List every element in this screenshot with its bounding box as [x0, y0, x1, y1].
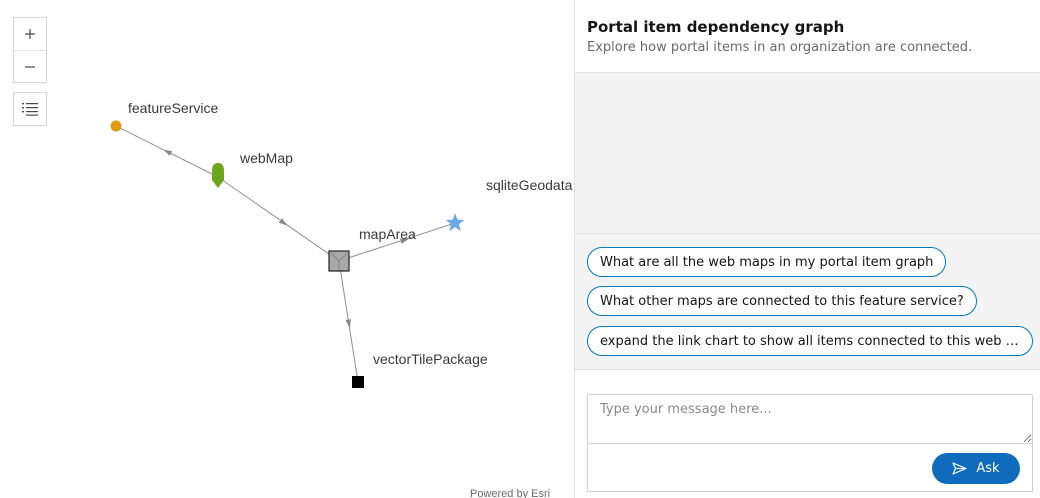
send-icon [952, 462, 967, 475]
node-label: sqliteGeodata [486, 177, 573, 193]
suggestion-chip[interactable]: expand the link chart to show all items … [587, 326, 1033, 356]
suggestion-chip[interactable]: What other maps are connected to this fe… [587, 286, 977, 316]
suggestion-chip[interactable]: What are all the web maps in my portal i… [587, 247, 947, 277]
node-sqlite-geodatabase[interactable]: sqliteGeodata [445, 177, 573, 232]
dependency-graph: featureService webMap mapArea sqliteGeod… [110, 100, 573, 388]
node-label: vectorTilePackage [373, 351, 488, 367]
edge-maparea-vectortile [338, 260, 359, 383]
message-input[interactable] [588, 395, 1032, 444]
star-icon[interactable] [445, 213, 465, 232]
panel-subtitle: Explore how portal items in an organizat… [587, 40, 973, 55]
square-node-icon[interactable] [352, 376, 364, 388]
ask-button-label: Ask [976, 461, 1000, 476]
map-pin-icon[interactable] [212, 163, 224, 188]
node-label: mapArea [359, 226, 416, 242]
suggestion-text: What other maps are connected to this fe… [600, 293, 964, 309]
node-label: featureService [128, 100, 218, 116]
link-chart-view[interactable]: featureService webMap mapArea sqliteGeod… [0, 0, 574, 498]
panel-title: Portal item dependency graph [587, 18, 845, 36]
node-vectortilepackage[interactable]: vectorTilePackage [352, 351, 488, 388]
node-maparea[interactable]: mapArea [328, 226, 416, 272]
suggestion-text: What are all the web maps in my portal i… [600, 254, 934, 270]
ask-button[interactable]: Ask [932, 453, 1020, 484]
edge-webmap-maparea [217, 176, 340, 262]
assistant-panel: Portal item dependency graph Explore how… [574, 0, 1040, 498]
suggested-prompts: What are all the web maps in my portal i… [575, 233, 1040, 370]
panel-header: Portal item dependency graph Explore how… [575, 0, 1040, 73]
node-featureservice[interactable]: featureService [110, 100, 219, 132]
message-composer: Ask [587, 394, 1033, 492]
message-area [575, 73, 1040, 233]
node-label: webMap [239, 150, 293, 166]
edge-webmap-featureservice [115, 125, 219, 178]
suggestion-text: expand the link chart to show all items … [600, 333, 1020, 349]
circle-node-icon[interactable] [110, 120, 122, 132]
node-webmap[interactable]: webMap [212, 150, 293, 188]
attribution-text[interactable]: Powered by Esri [470, 488, 550, 498]
